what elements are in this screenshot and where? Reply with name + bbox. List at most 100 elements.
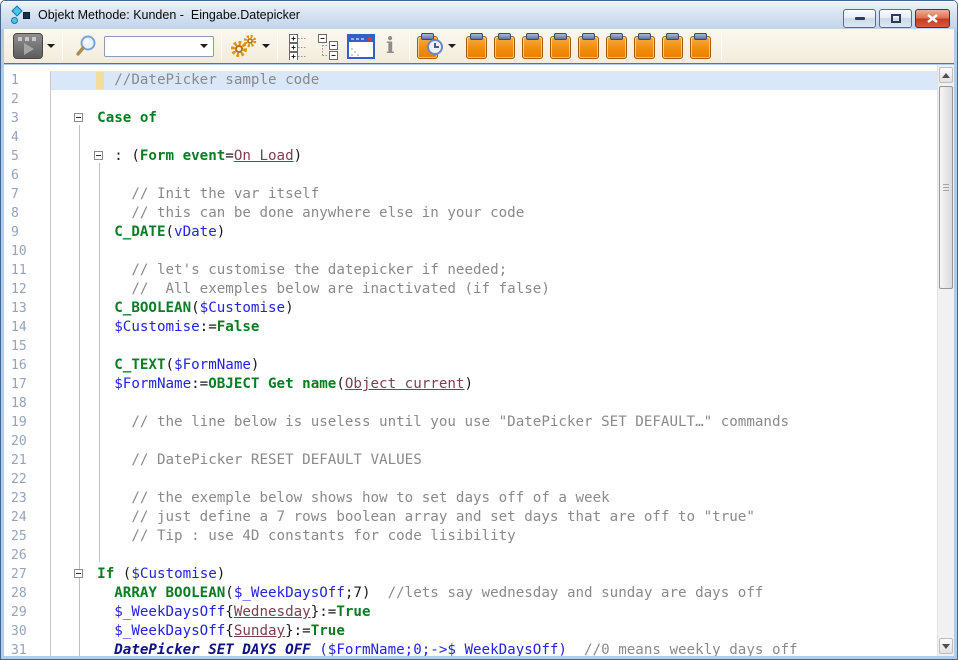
clipboard-icon: [470, 33, 483, 40]
code-text[interactable]: $_WeekDaysOff{Sunday}:=True: [51, 622, 954, 641]
code-text[interactable]: ARRAY BOOLEAN($_WeekDaysOff;7) //lets sa…: [51, 584, 954, 603]
code-line-5[interactable]: 5 : (Form event=On Load): [4, 147, 954, 166]
code-text[interactable]: [51, 242, 954, 261]
code-line-16[interactable]: 16 C_TEXT($FormName): [4, 356, 954, 375]
code-text[interactable]: [51, 166, 954, 185]
clipboard-7-button[interactable]: [634, 33, 655, 59]
clipboard-history-button[interactable]: [417, 33, 456, 59]
code-line-10[interactable]: 10: [4, 242, 954, 261]
code-text[interactable]: // Tip : use 4D constants for code lisib…: [51, 527, 954, 546]
fold-collapse-box[interactable]: [74, 569, 83, 578]
search-button[interactable]: [73, 33, 99, 59]
fold-collapse-box[interactable]: [94, 151, 103, 160]
search-combobox[interactable]: [104, 36, 214, 57]
code-line-12[interactable]: 12 // All exemples below are inactivated…: [4, 280, 954, 299]
code-text[interactable]: [51, 432, 954, 451]
clipboard-3-button[interactable]: [522, 33, 543, 59]
scroll-up-button[interactable]: [939, 67, 953, 83]
code-line-27[interactable]: 27 If ($Customise): [4, 565, 954, 584]
code-text[interactable]: [51, 546, 954, 565]
code-lines[interactable]: 1 //DatePicker sample code23 Case of45 :…: [4, 65, 954, 656]
code-line-3[interactable]: 3 Case of: [4, 109, 954, 128]
close-button[interactable]: [915, 9, 950, 28]
clipboard-1-button[interactable]: [466, 33, 487, 59]
clipboard-5-button[interactable]: [578, 33, 599, 59]
code-line-2[interactable]: 2: [4, 90, 954, 109]
code-text[interactable]: $FormName:=OBJECT Get name(Object curren…: [51, 375, 954, 394]
code-line-23[interactable]: 23 // the exemple below shows how to set…: [4, 489, 954, 508]
code-segment: If: [97, 566, 114, 582]
code-line-8[interactable]: 8 // this can be done anywhere else in y…: [4, 204, 954, 223]
minimize-button[interactable]: [843, 9, 876, 28]
line-number: 10: [4, 242, 51, 261]
code-text[interactable]: Case of: [51, 109, 954, 128]
run-method-button[interactable]: [13, 33, 55, 59]
code-line-6[interactable]: 6: [4, 166, 954, 185]
code-text[interactable]: C_DATE(vDate): [51, 223, 954, 242]
code-line-30[interactable]: 30 $_WeekDaysOff{Sunday}:=True: [4, 622, 954, 641]
code-line-9[interactable]: 9 C_DATE(vDate): [4, 223, 954, 242]
code-line-20[interactable]: 20: [4, 432, 954, 451]
clipboard-2-button[interactable]: [494, 33, 515, 59]
code-text[interactable]: DatePicker SET DAYS OFF ($FormName;0;->$…: [51, 641, 954, 656]
code-text[interactable]: // this can be done anywhere else in you…: [51, 204, 954, 223]
code-text[interactable]: $_WeekDaysOff{Wednesday}:=True: [51, 603, 954, 622]
code-text[interactable]: //DatePicker sample code: [51, 71, 954, 90]
code-line-15[interactable]: 15: [4, 337, 954, 356]
code-editor[interactable]: 1 //DatePicker sample code23 Case of45 :…: [4, 65, 954, 656]
code-text[interactable]: // All exemples below are inactivated (i…: [51, 280, 954, 299]
code-text[interactable]: // the line below is useless until you u…: [51, 413, 954, 432]
line-number: 14: [4, 318, 51, 337]
code-text[interactable]: [51, 128, 954, 147]
scrollbar-thumb[interactable]: [939, 86, 953, 289]
vertical-scrollbar[interactable]: [937, 65, 954, 656]
code-text[interactable]: // Init the var itself: [51, 185, 954, 204]
code-line-24[interactable]: 24 // just define a 7 rows boolean array…: [4, 508, 954, 527]
code-line-28[interactable]: 28 ARRAY BOOLEAN($_WeekDaysOff;7) //lets…: [4, 584, 954, 603]
clipboard-8-button[interactable]: [662, 33, 683, 59]
code-text[interactable]: C_BOOLEAN($Customise): [51, 299, 954, 318]
code-line-29[interactable]: 29 $_WeekDaysOff{Wednesday}:=True: [4, 603, 954, 622]
code-line-31[interactable]: 31 DatePicker SET DAYS OFF ($FormName;0;…: [4, 641, 954, 656]
code-text[interactable]: [51, 337, 954, 356]
clipboard-9-button[interactable]: [690, 33, 711, 59]
open-form-button[interactable]: [347, 34, 375, 59]
code-line-21[interactable]: 21 // DatePicker RESET DEFAULT VALUES: [4, 451, 954, 470]
macros-button[interactable]: [229, 33, 270, 59]
code-text[interactable]: // just define a 7 rows boolean array an…: [51, 508, 954, 527]
code-line-7[interactable]: 7 // Init the var itself: [4, 185, 954, 204]
fold-collapse-box[interactable]: [74, 113, 83, 122]
code-line-13[interactable]: 13 C_BOOLEAN($Customise): [4, 299, 954, 318]
code-line-22[interactable]: 22: [4, 470, 954, 489]
code-text[interactable]: [51, 90, 954, 109]
code-line-14[interactable]: 14 $Customise:=False: [4, 318, 954, 337]
scroll-down-button[interactable]: [939, 638, 953, 654]
code-line-19[interactable]: 19 // the line below is useless until yo…: [4, 413, 954, 432]
code-line-11[interactable]: 11 // let's customise the datepicker if …: [4, 261, 954, 280]
code-text[interactable]: // the exemple below shows how to set da…: [51, 489, 954, 508]
code-line-1[interactable]: 1 //DatePicker sample code: [4, 71, 954, 90]
title-bar[interactable]: Objekt Methode: Kunden - Eingabe.Datepic…: [1, 1, 957, 29]
code-text[interactable]: [51, 394, 954, 413]
expand-all-button[interactable]: [288, 33, 311, 60]
code-line-25[interactable]: 25 // Tip : use 4D constants for code li…: [4, 527, 954, 546]
code-line-26[interactable]: 26: [4, 546, 954, 565]
line-number: 18: [4, 394, 51, 413]
code-text[interactable]: : (Form event=On Load): [51, 147, 954, 166]
code-text[interactable]: [51, 470, 954, 489]
clipboard-4-button[interactable]: [550, 33, 571, 59]
maximize-button[interactable]: [879, 9, 912, 28]
info-button[interactable]: i: [381, 33, 399, 59]
code-text[interactable]: $Customise:=False: [51, 318, 954, 337]
code-text[interactable]: // let's customise the datepicker if nee…: [51, 261, 954, 280]
code-line-18[interactable]: 18: [4, 394, 954, 413]
code-line-4[interactable]: 4: [4, 128, 954, 147]
clipboard-6-button[interactable]: [606, 33, 627, 59]
code-text[interactable]: If ($Customise): [51, 565, 954, 584]
code-text[interactable]: C_TEXT($FormName): [51, 356, 954, 375]
line-number: 21: [4, 451, 51, 470]
code-text[interactable]: // DatePicker RESET DEFAULT VALUES: [51, 451, 954, 470]
clipboard-icon: [638, 33, 651, 40]
code-line-17[interactable]: 17 $FormName:=OBJECT Get name(Object cur…: [4, 375, 954, 394]
collapse-all-button[interactable]: [317, 33, 341, 60]
